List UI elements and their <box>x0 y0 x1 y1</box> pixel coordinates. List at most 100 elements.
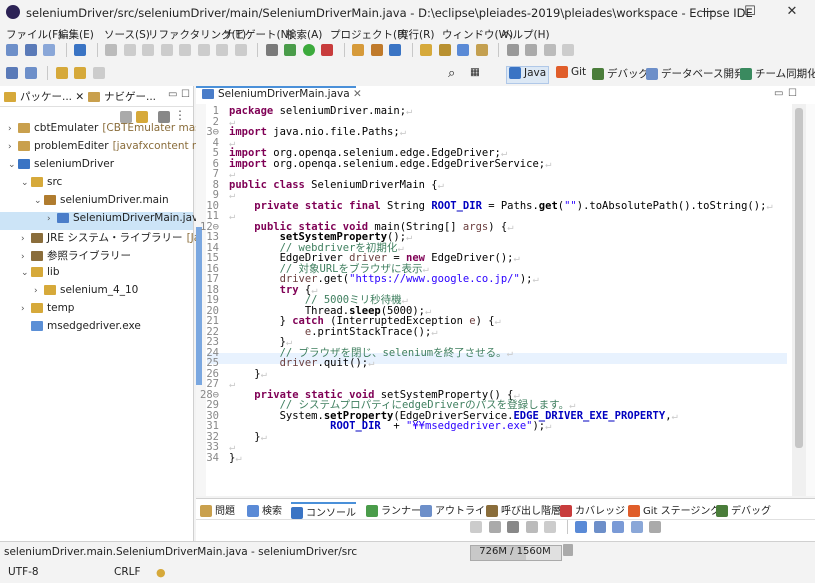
terminate-icon[interactable] <box>160 44 173 56</box>
tab-package-explorer[interactable]: パッケー... ✕ <box>4 89 84 105</box>
minimize-editor-icon[interactable]: ▭ <box>774 88 783 99</box>
expand-arrow-icon[interactable]: › <box>21 252 31 262</box>
menu-search[interactable]: 検索(A) <box>286 27 322 42</box>
skip-breakpoints-icon[interactable] <box>105 44 117 56</box>
perspective-java[interactable]: Java <box>506 66 550 84</box>
tree-item[interactable]: › SeleniumDriverMain.java <box>0 212 205 230</box>
prev-annotation-icon[interactable] <box>24 67 37 79</box>
new-java-project-icon[interactable] <box>352 44 364 56</box>
console-menu-icon[interactable] <box>649 521 661 533</box>
menu-project[interactable]: プロジェクト(P) <box>330 27 408 42</box>
menu-run[interactable]: 実行(R) <box>398 27 435 42</box>
forward-icon[interactable] <box>92 67 105 79</box>
code-line[interactable]: }↵ <box>229 452 242 464</box>
tab-console[interactable]: コンソール <box>291 502 356 519</box>
code-line[interactable]: import org.openqa.selenium.edge.EdgeDriv… <box>229 148 507 159</box>
remove-launch-icon[interactable] <box>488 521 501 533</box>
open-perspective-icon[interactable]: ▦ <box>470 66 480 82</box>
open-console-icon[interactable] <box>612 521 624 533</box>
perspective-debug[interactable]: デバッグ <box>592 66 649 82</box>
terminal-icon[interactable] <box>74 44 86 56</box>
last-edit-icon[interactable] <box>55 67 68 79</box>
code-line[interactable]: // 5000ミリ秒待機↵ <box>229 295 408 306</box>
view-menu-icon[interactable]: ⋮ <box>174 108 186 122</box>
editor-vertical-scrollbar[interactable] <box>792 104 806 496</box>
tree-item[interactable]: › problemEditer [javafxcontent mast <box>0 140 218 158</box>
perspective-database[interactable]: データベース開発 <box>646 66 744 82</box>
perspective-team-sync[interactable]: チーム同期化 <box>740 66 815 82</box>
step-over-icon[interactable] <box>216 44 228 56</box>
code-line[interactable]: } catch (InterruptedException e) {↵ <box>229 316 501 327</box>
code-line[interactable]: private static final String ROOT_DIR = P… <box>229 200 772 212</box>
resume-icon[interactable] <box>123 44 136 56</box>
expand-arrow-icon[interactable]: › <box>8 124 18 134</box>
tree-item[interactable]: › selenium_4_10 <box>0 284 193 302</box>
maximize-panel-icon[interactable]: ☐ <box>181 89 190 100</box>
close-tab-icon[interactable]: ✕ <box>353 88 362 100</box>
trash-icon[interactable] <box>563 544 573 556</box>
pin-console-icon[interactable] <box>575 521 587 533</box>
run-icon[interactable] <box>302 44 315 56</box>
minimize-panel-icon[interactable]: ▭ <box>168 89 177 100</box>
new-icon[interactable] <box>6 44 18 56</box>
perspective-git[interactable]: Git <box>556 66 586 82</box>
back-icon[interactable] <box>74 67 86 79</box>
code-line[interactable]: package seleniumDriver.main;↵ <box>229 106 412 117</box>
tree-item[interactable]: › 参照ライブラリー <box>0 248 193 266</box>
menu-source[interactable]: ソース(S) <box>104 27 150 42</box>
next-annotation-icon[interactable] <box>6 67 18 79</box>
open-task-icon[interactable] <box>438 44 451 56</box>
clear-console-icon[interactable] <box>470 521 482 533</box>
minimize-button[interactable]: — <box>688 4 728 22</box>
line-delimiter-label[interactable]: CRLF <box>114 566 141 578</box>
pin-icon[interactable] <box>475 44 488 56</box>
editor-tab[interactable]: SeleniumDriverMain.java ✕ <box>196 86 362 106</box>
code-line[interactable]: ↵ <box>229 190 235 201</box>
lightbulb-icon[interactable]: ● <box>156 566 166 579</box>
tab-runner[interactable]: ランナー <box>366 502 421 517</box>
display-console-icon[interactable] <box>593 521 606 533</box>
scroll-lock-icon[interactable] <box>525 521 538 533</box>
menu-navigate[interactable]: ナビゲート(N) <box>224 27 293 42</box>
show-whitespace-icon[interactable] <box>562 44 574 56</box>
code-line[interactable]: public class SeleniumDriverMain {↵ <box>229 179 444 191</box>
tree-item[interactable]: › temp <box>0 302 193 320</box>
close-button[interactable]: ✕ <box>772 4 812 22</box>
code-line[interactable]: import java.nio.file.Paths;↵ <box>229 127 406 138</box>
tab-debug[interactable]: デバッグ <box>716 502 771 517</box>
expand-arrow-icon[interactable]: ⌄ <box>34 196 44 206</box>
code-line[interactable]: ROOT_DIR + "¥¥msedgedriver.exe");↵ <box>229 421 551 432</box>
expand-arrow-icon[interactable]: › <box>21 304 31 314</box>
tree-item[interactable]: ⌄ seleniumDriver.main <box>0 194 193 212</box>
terminate-console-icon[interactable] <box>507 521 519 533</box>
toggle-mark-icon[interactable] <box>506 44 519 56</box>
external-tools-icon[interactable] <box>321 44 333 56</box>
tree-item[interactable]: ⌄ lib <box>0 266 193 284</box>
maximize-button[interactable]: ☐ <box>730 4 770 22</box>
maximize-editor-icon[interactable]: ☐ <box>788 88 797 99</box>
new-package-icon[interactable] <box>370 44 383 56</box>
tab-problems[interactable]: 問題 <box>200 502 235 517</box>
tab-search[interactable]: 検索 <box>247 502 282 517</box>
expand-arrow-icon[interactable]: › <box>21 234 31 244</box>
menu-edit[interactable]: 編集(E) <box>58 27 94 42</box>
search-toolbar-icon[interactable] <box>457 44 469 56</box>
new-console-icon[interactable] <box>630 521 643 533</box>
code-line[interactable]: driver.quit();↵ <box>229 358 375 369</box>
block-selection-icon[interactable] <box>543 44 556 56</box>
menu-file[interactable]: ファイル(F) <box>6 27 62 42</box>
menu-help[interactable]: ヘルプ(H) <box>502 27 550 42</box>
code-line[interactable]: ↵ <box>229 379 235 390</box>
encoding-label[interactable]: UTF-8 <box>8 566 39 578</box>
code-line[interactable]: import org.openqa.selenium.edge.EdgeDriv… <box>229 158 551 170</box>
step-return-icon[interactable] <box>234 44 247 56</box>
tab-git-staging[interactable]: Git ステージング <box>628 502 720 517</box>
tab-coverage[interactable]: カバレッジ <box>560 502 625 517</box>
scrollbar-thumb[interactable] <box>795 108 803 448</box>
tab-outline[interactable]: アウトライン <box>420 502 495 517</box>
step-into-icon[interactable] <box>197 44 210 56</box>
tree-item[interactable]: ⌄ seleniumDriver <box>0 158 193 176</box>
suspend-icon[interactable] <box>142 44 154 56</box>
new-class-icon[interactable] <box>389 44 401 56</box>
expand-arrow-icon[interactable]: › <box>47 214 57 224</box>
